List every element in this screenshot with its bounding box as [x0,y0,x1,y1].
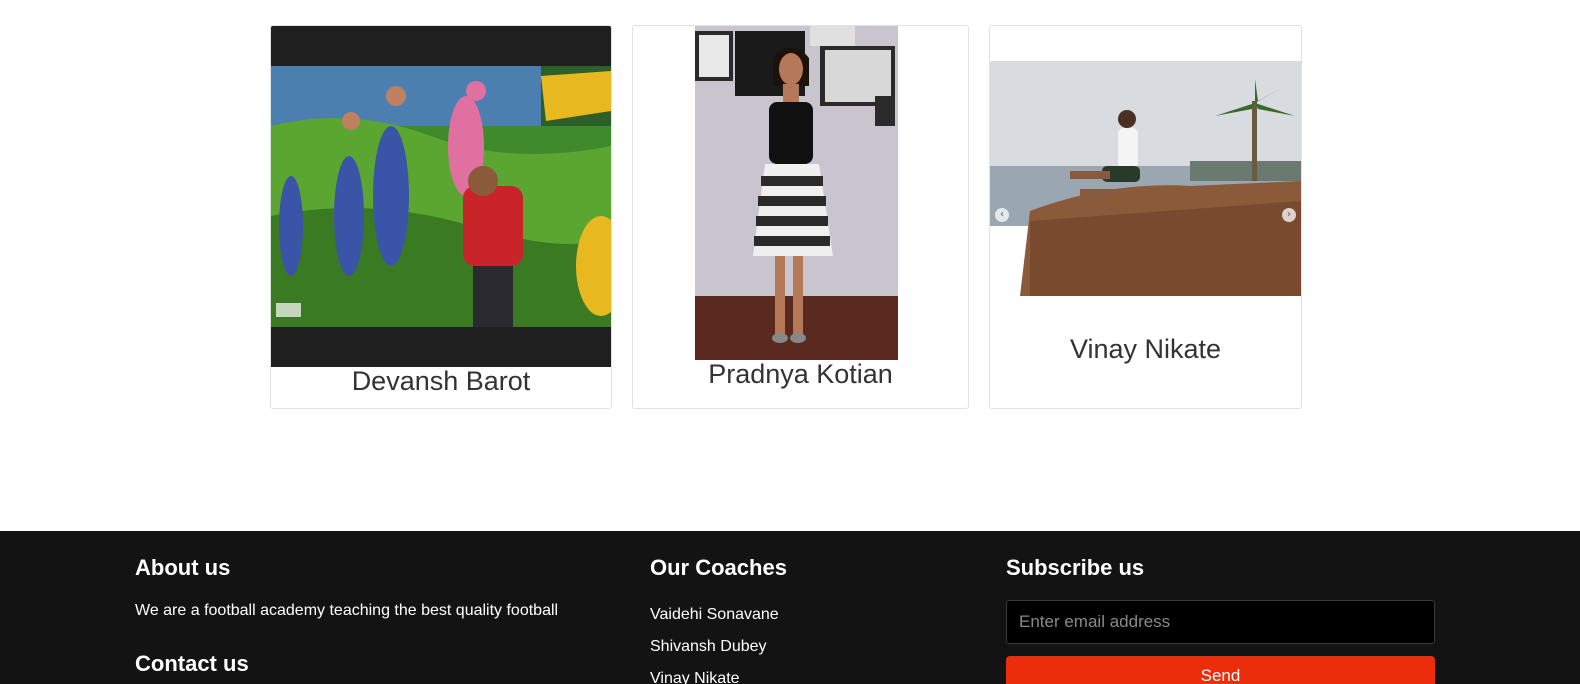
coach-link[interactable]: Shivansh Dubey [650,638,779,670]
contact-heading: Contact us [135,651,249,676]
email-input[interactable] [1006,600,1435,644]
coach-link[interactable]: Vaidehi Sonavane [650,606,779,638]
carousel-next-button[interactable]: › [1282,208,1296,222]
member-name: Vinay Nikate [1069,334,1222,364]
team-card: Pradnya Kotian [632,25,969,409]
about-text: We are a football academy teaching the b… [135,602,559,619]
coach-list: Vaidehi Sonavane Shivansh Dubey Vinay Ni… [650,606,779,684]
member-name: Devansh Barot [351,366,531,396]
member-photo: ‹ › [990,61,1301,296]
carousel-prev-button[interactable]: ‹ [995,208,1009,222]
team-cards: Devansh Barot Pradnya Kotian ‹ › Vinay N… [0,0,1580,535]
subscribe-heading: Subscribe us [1006,555,1145,580]
member-name: Pradnya Kotian [708,359,893,389]
team-card: Devansh Barot [270,25,612,409]
site-footer: About us We are a football academy teach… [0,531,1580,684]
coach-link[interactable]: Vinay Nikate [650,670,779,684]
team-card[interactable]: ‹ › Vinay Nikate [989,25,1302,409]
coaches-heading: Our Coaches [650,555,787,580]
member-photo [271,66,611,327]
send-button[interactable]: Send [1006,656,1435,684]
about-heading: About us [135,555,231,580]
member-photo [695,26,898,360]
